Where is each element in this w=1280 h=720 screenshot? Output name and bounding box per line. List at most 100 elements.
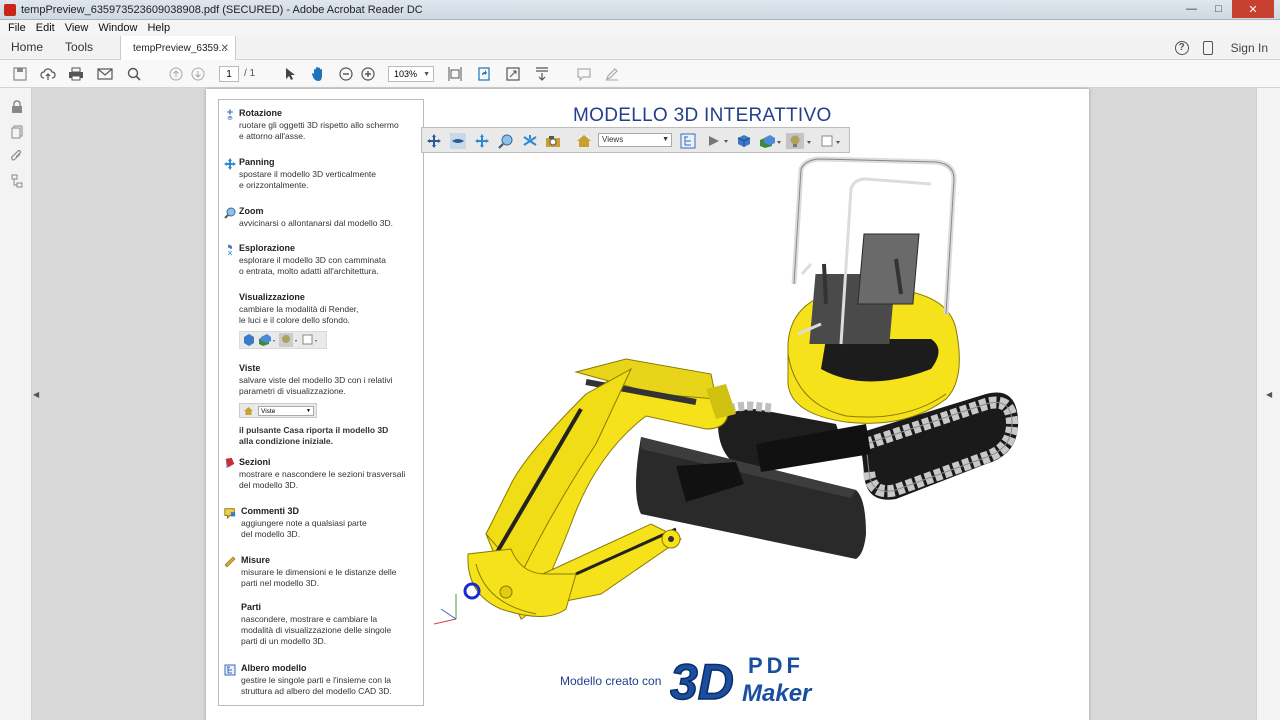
help-text-line: parti nel modello 3D.: [241, 578, 319, 588]
tab-tools[interactable]: Tools: [54, 40, 104, 54]
help-text-line: spostare il modello 3D verticalmente: [239, 169, 377, 179]
select-cursor-icon[interactable]: [282, 66, 298, 82]
comment-icon[interactable]: [576, 66, 592, 82]
tab-bar-right: ? Sign In: [1174, 35, 1268, 60]
menu-edit[interactable]: Edit: [36, 22, 55, 34]
menu-bar: File Edit View Window Help: [0, 20, 1280, 35]
ruler-icon: [224, 556, 236, 568]
help-title-esplorazione: Esplorazione: [239, 243, 296, 253]
help-text-line: parametri di visualizzazione.: [239, 386, 346, 396]
views-dropdown-label: Views: [602, 135, 624, 144]
help-title-panning: Panning: [239, 157, 275, 167]
fit-width-icon[interactable]: [447, 66, 463, 82]
attachment-icon[interactable]: [10, 149, 24, 163]
projection-icon[interactable]: [736, 133, 752, 149]
close-window-button[interactable]: ✕: [1232, 0, 1274, 18]
menu-window[interactable]: Window: [98, 22, 137, 34]
menu-view[interactable]: View: [65, 22, 89, 34]
minimize-button[interactable]: —: [1178, 0, 1205, 18]
3d-pdf-maker-logo: 3D PDF Maker: [670, 653, 813, 707]
maximize-button[interactable]: □: [1205, 0, 1232, 18]
help-text-line: del modello 3D.: [241, 529, 301, 539]
window-controls: — □ ✕: [1178, 0, 1274, 18]
pen-sign-icon[interactable]: [604, 66, 620, 82]
sign-in-link[interactable]: Sign In: [1231, 41, 1268, 55]
footer-credit: Modello creato con: [560, 674, 662, 688]
spin-tool-icon[interactable]: [450, 133, 466, 149]
tab-document[interactable]: tempPreview_6359... ✕: [120, 35, 237, 61]
cross-section-icon: [225, 457, 235, 469]
close-tab-icon[interactable]: ✕: [221, 43, 229, 54]
full-screen-icon[interactable]: [505, 66, 521, 82]
page-number-input[interactable]: 1: [219, 66, 239, 82]
camera-tool-icon[interactable]: [544, 133, 564, 149]
rotate-tool-icon[interactable]: [426, 133, 442, 149]
model-tree-icon: [224, 664, 236, 676]
lighting-icon[interactable]: [786, 133, 814, 149]
upload-cloud-icon[interactable]: [40, 66, 56, 82]
window-title: tempPreview_635973523609038908.pdf (SECU…: [21, 3, 423, 16]
render-tools-strip-icon: [239, 331, 327, 349]
rotate-page-icon[interactable]: [476, 66, 492, 82]
help-text-line: o entrata, molto adatti all'architettura…: [239, 266, 379, 276]
print-icon[interactable]: [68, 66, 84, 82]
pan-tool-icon[interactable]: [474, 133, 490, 149]
help-text-line: alla condizione iniziale.: [239, 436, 333, 446]
menu-help[interactable]: Help: [147, 22, 170, 34]
pages-thumbnail-icon[interactable]: [10, 125, 24, 139]
viste-dropdown-field: Viste ▼: [258, 406, 314, 416]
save-icon[interactable]: [12, 66, 28, 82]
help-text-line: esplorare il modello 3D con camminata: [239, 255, 386, 265]
viste-dropdown-label: Viste: [261, 408, 276, 415]
help-text-line: parti di un modello 3D.: [241, 636, 327, 646]
help-title-parti: Parti: [241, 602, 262, 612]
zoom-in-icon[interactable]: [360, 66, 376, 82]
svg-text:Maker: Maker: [742, 680, 813, 707]
model-tree-toggle-icon[interactable]: [680, 133, 696, 149]
help-text-line: le luci e il colore dello sfondo.: [239, 315, 351, 325]
play-animation-icon[interactable]: [706, 133, 732, 149]
help-title-visualizzazione: Visualizzazione: [239, 292, 305, 302]
help-text-line: il pulsante Casa riporta il modello 3D: [239, 425, 389, 435]
left-panel-toggle-icon[interactable]: ◀: [33, 390, 39, 399]
right-panel-toggle-icon[interactable]: ◀: [1266, 390, 1272, 399]
help-text-line: del modello 3D.: [239, 480, 299, 490]
home-view-icon[interactable]: [576, 133, 592, 149]
page-total: / 1: [244, 68, 256, 79]
rotate-icon: [227, 109, 233, 120]
zoom-tool-icon[interactable]: [498, 133, 514, 149]
zoom-out-icon[interactable]: [338, 66, 354, 82]
mobile-link-icon[interactable]: [1202, 40, 1213, 55]
help-title-albero: Albero modello: [241, 663, 307, 673]
email-icon[interactable]: [97, 66, 113, 82]
previous-page-icon[interactable]: [168, 66, 184, 82]
scroll-mode-icon[interactable]: [534, 66, 550, 82]
model-tree-icon[interactable]: [10, 174, 24, 188]
right-rail: [1256, 88, 1280, 720]
left-navigation-rail: [0, 88, 32, 720]
menu-file[interactable]: File: [8, 22, 26, 34]
tab-home[interactable]: Home: [0, 40, 54, 54]
help-panel: Rotazione ruotare gli oggetti 3D rispett…: [218, 99, 424, 706]
pdf-page: Rotazione ruotare gli oggetti 3D rispett…: [206, 89, 1089, 720]
hand-tool-icon[interactable]: [310, 66, 326, 82]
axis-gizmo-icon: [433, 594, 457, 625]
help-title-rotazione: Rotazione: [239, 108, 283, 118]
views-dropdown[interactable]: Views ▼: [598, 133, 672, 147]
help-text-line: e orizzontalmente.: [239, 180, 309, 190]
walk-tool-icon[interactable]: [522, 133, 538, 149]
chevron-down-icon: ▼: [662, 136, 669, 143]
search-icon[interactable]: [126, 66, 142, 82]
background-color-icon[interactable]: [820, 133, 846, 149]
zoom-level-select[interactable]: 103% ▼: [388, 66, 434, 82]
render-mode-icon[interactable]: [758, 133, 784, 149]
next-page-icon[interactable]: [190, 66, 206, 82]
help-icon[interactable]: ?: [1174, 40, 1189, 55]
excavator-3d-model[interactable]: [426, 154, 1046, 654]
zoom-level-value: 103%: [394, 69, 418, 79]
lock-icon[interactable]: [10, 100, 24, 114]
help-text-line: struttura ad albero del modello CAD 3D.: [241, 686, 392, 696]
chevron-down-icon: ▼: [423, 70, 430, 78]
help-text-line: avvicinarsi o allontanarsi dal modello 3…: [239, 218, 394, 228]
help-text-line: ruotare gli oggetti 3D rispetto allo sch…: [239, 120, 399, 130]
